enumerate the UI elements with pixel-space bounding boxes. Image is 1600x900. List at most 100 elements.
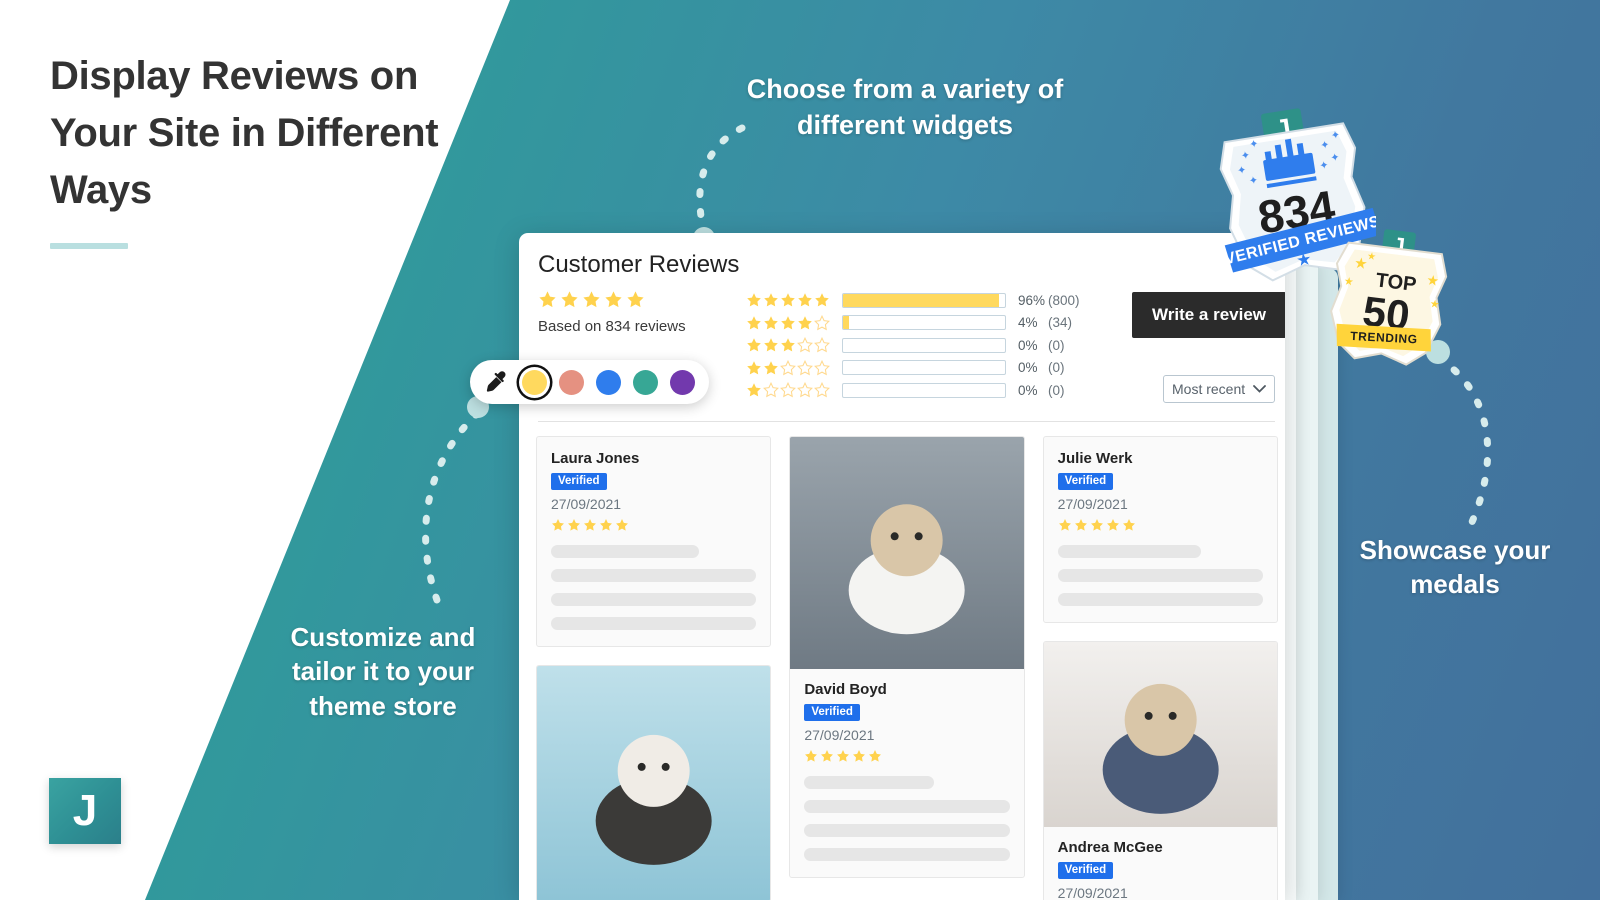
write-review-button[interactable]: Write a review (1132, 292, 1285, 338)
placeholder-line (551, 569, 757, 582)
review-date: 27/09/2021 (1057, 496, 1128, 512)
panel-divider (538, 421, 1275, 422)
star-filled-icon (600, 519, 612, 531)
rating-breakdown-row[interactable]: 0% (0) (746, 357, 1080, 380)
svg-text:✦: ✦ (1330, 129, 1341, 142)
reviewer-name: Julie Werk (1057, 450, 1133, 467)
rating-count: (0) (1048, 382, 1065, 398)
rating-count: (34) (1048, 315, 1073, 331)
placeholder-line (551, 545, 699, 558)
breakdown-stars (746, 359, 838, 376)
review-card-body: David Boyd Verified 27/09/2021 (790, 669, 1023, 877)
color-swatch-teal[interactable] (633, 369, 658, 395)
verified-badge: Verified (804, 704, 860, 721)
rating-bar-fill (843, 316, 850, 330)
review-card-with-photo[interactable]: Andrea McGee Verified 27/09/2021 (1042, 641, 1278, 900)
star-filled-icon (853, 750, 866, 762)
svg-text:✦: ✦ (1319, 139, 1330, 152)
star-filled-icon (798, 293, 812, 307)
star-empty-icon (780, 359, 796, 376)
connector-curve-customize (422, 396, 489, 607)
review-card[interactable]: Laura Jones Verified 27/09/2021 (536, 436, 772, 647)
placeholder-line (551, 617, 757, 630)
rating-breakdown: 96% (800) 4% (34) 0% (0) 0% (0) 0% (0) (746, 289, 1080, 402)
review-card[interactable]: Julie Werk Verified 27/09/2021 (1042, 436, 1278, 623)
rating-breakdown-row[interactable]: 4% (34) (746, 312, 1080, 335)
logo-letter: J (72, 786, 98, 835)
placeholder-line (551, 593, 757, 606)
review-photo-dog-in-white-hoodie (790, 437, 1024, 669)
rating-bar (842, 382, 1006, 398)
star-filled-icon (798, 315, 812, 330)
color-swatch-purple[interactable] (670, 369, 695, 395)
widget-title: Customer Reviews (538, 251, 740, 278)
rating-bar-fill (843, 293, 999, 307)
rating-bar (842, 337, 1006, 353)
svg-text:★: ★ (1426, 272, 1440, 289)
star-filled-icon (627, 291, 644, 308)
star-filled-icon (764, 315, 778, 330)
star-filled-icon (805, 750, 818, 762)
svg-text:✦: ✦ (1236, 164, 1247, 177)
review-grid: Laura Jones Verified 27/09/2021 David Boyd… (536, 436, 1278, 900)
rating-count: (0) (1048, 337, 1065, 353)
star-filled-icon (1074, 519, 1087, 531)
star-filled-icon (764, 360, 778, 375)
star-empty-icon (797, 359, 813, 376)
review-text-placeholder (551, 545, 757, 630)
star-filled-icon (584, 519, 596, 531)
star-filled-icon (781, 293, 795, 307)
rating-percent: 0% (1018, 382, 1038, 398)
reviewer-name: Laura Jones (551, 450, 640, 467)
review-date: 27/09/2021 (804, 727, 875, 743)
rating-breakdown-row[interactable]: 96% (800) (746, 289, 1080, 312)
review-text-placeholder (804, 776, 1010, 861)
star-empty-icon (763, 382, 779, 398)
placeholder-line (1057, 569, 1263, 582)
rating-percent: 4% (1018, 315, 1038, 331)
star-empty-icon (814, 359, 830, 376)
breakdown-stars (746, 382, 838, 398)
reviewer-name: Andrea McGee (1057, 839, 1163, 856)
medal-top-50-trending: J ★ ★ ★ ★ ★ TOP 50 TRENDING (1330, 229, 1448, 366)
star-filled-icon (605, 291, 622, 308)
callout-medals: Showcase your medals (1359, 535, 1551, 600)
star-filled-icon (747, 383, 761, 397)
rating-bar (842, 315, 1006, 331)
color-picker-toolbar[interactable] (470, 360, 709, 404)
reviewer-name: David Boyd (804, 681, 887, 698)
rating-bar (842, 360, 1006, 376)
placeholder-line (804, 824, 1010, 837)
review-column-3: Julie Werk Verified 27/09/2021 Andrea McGee… (1042, 436, 1278, 900)
star-filled-icon (1090, 519, 1103, 531)
placeholder-line (804, 776, 934, 789)
eyedropper-icon[interactable] (484, 369, 510, 395)
sort-dropdown[interactable]: Most recent (1163, 375, 1275, 403)
rating-count: (800) (1048, 292, 1080, 308)
review-card-with-photo[interactable]: David Boyd Verified 27/09/2021 (789, 436, 1025, 878)
review-card-with-photo[interactable] (536, 665, 772, 900)
review-text-placeholder (1057, 545, 1263, 606)
rating-breakdown-row[interactable]: 0% (0) (746, 334, 1080, 357)
color-swatch-salmon[interactable] (559, 369, 584, 395)
review-column-2: David Boyd Verified 27/09/2021 (789, 436, 1025, 900)
customer-reviews-widget: Customer Reviews Based on 834 reviews 96… (519, 233, 1285, 900)
color-swatch-yellow[interactable] (522, 369, 547, 395)
svg-text:✦: ✦ (1330, 151, 1341, 164)
summary-review-count: Based on 834 reviews (538, 318, 686, 335)
rating-breakdown-row[interactable]: 0% (0) (746, 379, 1080, 402)
star-filled-icon (764, 338, 778, 352)
star-empty-icon (814, 337, 830, 353)
star-filled-icon (781, 338, 795, 352)
review-column-1: Laura Jones Verified 27/09/2021 (536, 436, 772, 900)
color-swatch-blue[interactable] (596, 369, 621, 395)
star-filled-icon (747, 360, 761, 375)
verified-badge: Verified (1057, 862, 1114, 879)
svg-text:✦: ✦ (1240, 149, 1251, 162)
review-star-rating (551, 518, 756, 532)
star-empty-icon (814, 382, 830, 398)
svg-text:★: ★ (1343, 275, 1354, 288)
breakdown-stars (746, 292, 838, 308)
review-star-rating (804, 749, 1009, 763)
star-filled-icon (747, 293, 761, 307)
